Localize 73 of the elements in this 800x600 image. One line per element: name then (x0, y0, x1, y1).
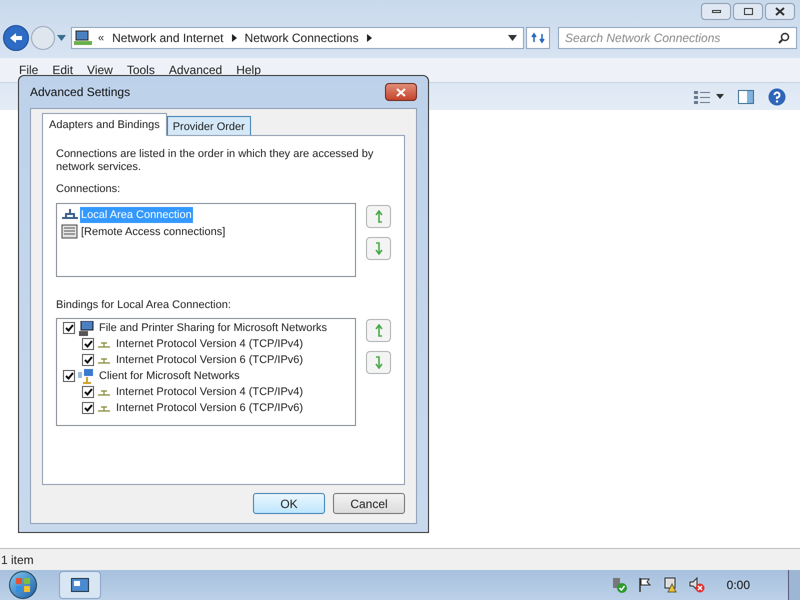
list-item[interactable]: Internet Protocol Version 6 (TCP/IPv6) (116, 352, 304, 368)
back-arrow-icon (9, 32, 23, 44)
list-item[interactable]: Internet Protocol Version 6 (TCP/IPv6) (116, 400, 304, 416)
status-text: 1 item (1, 552, 34, 568)
bindings-list[interactable] (56, 318, 356, 426)
list-item[interactable]: [Remote Access connections] (80, 224, 226, 240)
move-up-button[interactable] (366, 204, 391, 228)
start-button[interactable] (9, 571, 37, 599)
up-arrow-icon (374, 324, 384, 337)
connections-list[interactable]: Local Area Connection [Remote Access connections] (56, 202, 356, 276)
network-folder-icon (74, 30, 92, 46)
menu-item[interactable]: File (19, 61, 38, 79)
chevron-icon[interactable] (366, 34, 372, 42)
connections-label: Connections: (56, 182, 122, 197)
checkbox[interactable] (82, 386, 94, 398)
view-list-icon[interactable] (694, 90, 710, 104)
close-button[interactable] (765, 3, 795, 20)
list-item[interactable]: File and Printer Sharing for Microsoft Networks (99, 320, 328, 336)
network-client-icon (78, 368, 94, 384)
tab[interactable]: Provider Order (166, 116, 251, 135)
breadcrumb-item[interactable]: Network and Internet (108, 29, 228, 47)
menu-item[interactable]: Help (236, 61, 261, 79)
description-text: Connections are listed in the order in which they are accessed by network services. (56, 148, 374, 174)
up-arrow-icon (374, 210, 384, 222)
four-squares-icon (16, 578, 30, 592)
list-item[interactable]: Internet Protocol Version 4 (TCP/IPv4) (116, 336, 304, 352)
flag-icon[interactable] (636, 577, 653, 593)
cancel-button[interactable]: Cancel (333, 493, 405, 514)
list-item[interactable]: Internet Protocol Version 4 (TCP/IPv4) (116, 384, 304, 400)
menu-item[interactable]: Edit (52, 61, 74, 79)
checkbox[interactable] (82, 402, 94, 414)
menu-item[interactable]: Advanced (168, 61, 222, 79)
tab[interactable]: Adapters and Bindings (42, 113, 167, 136)
clock[interactable]: 0:00 (726, 576, 750, 594)
checkbox[interactable] (63, 322, 75, 334)
network-warning-icon[interactable] (662, 577, 679, 593)
preview-pane-icon[interactable] (738, 90, 754, 104)
dialog-title: Advanced Settings (30, 84, 130, 101)
move-down-button[interactable] (366, 236, 391, 260)
phone-book-icon (61, 224, 79, 240)
help-icon[interactable] (768, 88, 786, 106)
speaker-muted-icon[interactable] (688, 577, 705, 593)
down-arrow-icon (374, 242, 384, 254)
checkbox[interactable] (82, 338, 94, 350)
checkbox[interactable] (82, 354, 94, 366)
dropdown-icon[interactable] (508, 35, 517, 41)
show-desktop-button[interactable] (788, 570, 800, 600)
close-icon (396, 88, 406, 96)
menu-item[interactable]: View (87, 61, 113, 79)
taskbar-button[interactable] (59, 571, 101, 599)
refresh-button[interactable] (526, 27, 550, 49)
checkbox[interactable] (63, 370, 75, 382)
menu-item[interactable]: Tools (126, 61, 155, 79)
list-item[interactable]: Client for Microsoft Networks (99, 368, 240, 384)
breadcrumb-item[interactable]: Network Connections (240, 29, 363, 47)
search-icon (778, 32, 790, 44)
security-shield-icon[interactable] (610, 577, 627, 593)
move-up-button[interactable] (366, 319, 391, 342)
close-icon (775, 7, 785, 16)
ok-button[interactable]: OK (253, 493, 325, 514)
computer-icon (78, 320, 94, 336)
window-icon (71, 578, 89, 592)
refresh-icon (531, 32, 545, 44)
restore-button[interactable] (733, 3, 763, 20)
bindings-label: Bindings for Local Area Connection: (56, 298, 232, 312)
dropdown-icon[interactable] (716, 94, 724, 99)
close-button[interactable] (385, 83, 417, 101)
down-arrow-icon (374, 356, 384, 369)
overflow-chevron[interactable]: « (94, 30, 108, 46)
minimize-button[interactable] (701, 3, 731, 20)
move-down-button[interactable] (366, 351, 391, 374)
back-button[interactable] (3, 25, 29, 51)
chevron-icon[interactable] (232, 34, 237, 42)
